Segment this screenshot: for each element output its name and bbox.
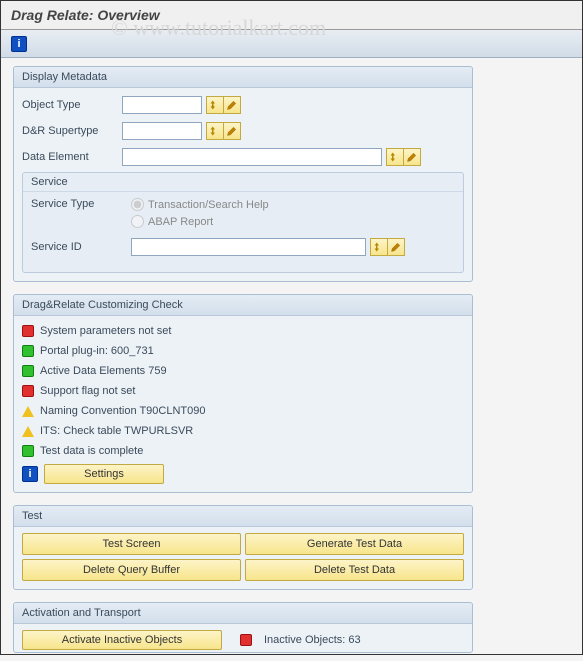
data-element-label: Data Element (22, 151, 122, 163)
group-title-metadata: Display Metadata (14, 67, 472, 88)
service-type-label: Service Type (31, 198, 131, 210)
radio-transaction[interactable]: Transaction/Search Help (131, 198, 269, 211)
display-icon[interactable] (370, 238, 388, 256)
status-red-icon (240, 634, 252, 646)
status-red-icon (22, 385, 34, 397)
inactive-objects-text: Inactive Objects: 63 (264, 634, 361, 646)
radio-abap-input[interactable] (131, 215, 144, 228)
check-text: Test data is complete (40, 445, 143, 457)
status-yellow-icon (22, 426, 34, 437)
edit-icon[interactable] (223, 122, 241, 140)
display-metadata-group: Display Metadata Object Type D&R Superty… (13, 66, 473, 282)
check-item: System parameters not set (22, 322, 464, 340)
customizing-check-group: Drag&Relate Customizing Check System par… (13, 294, 473, 493)
info-icon[interactable]: i (11, 36, 27, 52)
info-icon[interactable]: i (22, 466, 38, 482)
display-icon[interactable] (206, 96, 224, 114)
delete-test-data-button[interactable]: Delete Test Data (245, 559, 464, 581)
check-text: Active Data Elements 759 (40, 365, 167, 377)
check-item: Naming Convention T90CLNT090 (22, 402, 464, 420)
app-toolbar: i (1, 30, 582, 58)
service-id-input[interactable] (131, 238, 366, 256)
group-title-test: Test (14, 506, 472, 527)
dr-supertype-input[interactable] (122, 122, 202, 140)
service-id-label: Service ID (31, 241, 131, 253)
group-title-activation: Activation and Transport (14, 603, 472, 624)
generate-test-data-button[interactable]: Generate Test Data (245, 533, 464, 555)
check-item: Test data is complete (22, 442, 464, 460)
status-green-icon (22, 345, 34, 357)
group-title-check: Drag&Relate Customizing Check (14, 295, 472, 316)
edit-icon[interactable] (403, 148, 421, 166)
status-red-icon (22, 325, 34, 337)
data-element-input[interactable] (122, 148, 382, 166)
status-yellow-icon (22, 406, 34, 417)
radio-abap-label: ABAP Report (148, 216, 213, 228)
check-text: Portal plug-in: 600_731 (40, 345, 154, 357)
dr-supertype-label: D&R Supertype (22, 125, 122, 137)
activate-inactive-button[interactable]: Activate Inactive Objects (22, 630, 222, 650)
radio-transaction-input[interactable] (131, 198, 144, 211)
service-title: Service (23, 173, 463, 192)
object-type-label: Object Type (22, 99, 122, 111)
test-group: Test Test Screen Generate Test Data Dele… (13, 505, 473, 590)
check-text: System parameters not set (40, 325, 171, 337)
display-icon[interactable] (386, 148, 404, 166)
radio-abap[interactable]: ABAP Report (131, 215, 269, 228)
display-icon[interactable] (206, 122, 224, 140)
check-item: Active Data Elements 759 (22, 362, 464, 380)
check-item: Portal plug-in: 600_731 (22, 342, 464, 360)
check-text: Naming Convention T90CLNT090 (40, 405, 206, 417)
edit-icon[interactable] (387, 238, 405, 256)
delete-query-buffer-button[interactable]: Delete Query Buffer (22, 559, 241, 581)
edit-icon[interactable] (223, 96, 241, 114)
service-subgroup: Service Service Type Transaction/Search … (22, 172, 464, 273)
check-text: ITS: Check table TWPURLSVR (40, 425, 193, 437)
settings-button[interactable]: Settings (44, 464, 164, 484)
test-screen-button[interactable]: Test Screen (22, 533, 241, 555)
status-green-icon (22, 365, 34, 377)
object-type-input[interactable] (122, 96, 202, 114)
check-text: Support flag not set (40, 385, 135, 397)
check-item: ITS: Check table TWPURLSVR (22, 422, 464, 440)
page-title: Drag Relate: Overview (1, 1, 582, 30)
radio-transaction-label: Transaction/Search Help (148, 199, 269, 211)
check-item: Support flag not set (22, 382, 464, 400)
activation-group: Activation and Transport Activate Inacti… (13, 602, 473, 653)
status-green-icon (22, 445, 34, 457)
